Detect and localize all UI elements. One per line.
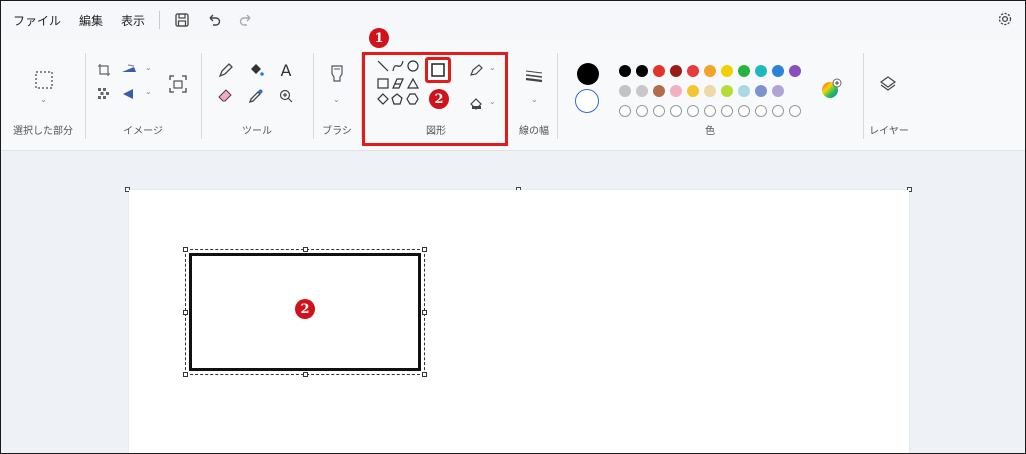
menu-separator	[159, 11, 161, 29]
group-label-selection: 選択した部分	[13, 126, 73, 137]
color-swatch[interactable]	[636, 65, 648, 77]
chevron-down-icon[interactable]: ⌄	[145, 63, 152, 72]
group-tools: A ツール	[201, 39, 313, 151]
group-label-stroke: 線の幅	[519, 126, 549, 137]
chevron-down-icon[interactable]: ⌄	[145, 87, 152, 96]
color-swatch[interactable]	[687, 65, 699, 77]
selection-handle[interactable]	[183, 247, 188, 252]
stroke-width-icon[interactable]	[523, 67, 545, 85]
image-select-icon[interactable]	[167, 73, 189, 95]
color-swatch[interactable]	[789, 105, 801, 117]
color-swatch[interactable]	[653, 85, 665, 97]
chevron-down-icon[interactable]: ⌄	[531, 95, 538, 104]
group-label-colors: 色	[705, 126, 715, 137]
background-removal-icon[interactable]	[95, 85, 113, 103]
color-swatch[interactable]	[772, 85, 784, 97]
color-swatch[interactable]	[721, 105, 733, 117]
group-label-image: イメージ	[123, 126, 163, 137]
rectangle-shape-button[interactable]	[425, 57, 451, 83]
brush-icon[interactable]	[327, 61, 347, 87]
color-swatch[interactable]	[772, 105, 784, 117]
chevron-down-icon[interactable]: ⌄	[333, 95, 340, 104]
selection-handle[interactable]	[422, 310, 427, 315]
color-swatch[interactable]	[636, 105, 648, 117]
color-picker-icon[interactable]	[247, 87, 265, 105]
menu-view[interactable]: 表示	[121, 12, 145, 29]
group-label-tools: ツール	[242, 126, 272, 137]
color-swatch[interactable]	[704, 65, 716, 77]
settings-icon[interactable]	[997, 11, 1015, 29]
color-swatch[interactable]	[619, 65, 631, 77]
color-swatch[interactable]	[687, 85, 699, 97]
select-rect-icon[interactable]	[33, 69, 55, 91]
menu-file[interactable]: ファイル	[13, 12, 61, 29]
fill-bucket-icon[interactable]	[247, 61, 265, 79]
magnifier-icon[interactable]	[277, 87, 295, 105]
color-swatch[interactable]	[755, 105, 767, 117]
color-swatch[interactable]	[755, 65, 767, 77]
text-icon[interactable]: A	[277, 61, 295, 80]
workspace	[1, 151, 1025, 453]
step-badge-2-canvas: 2	[295, 299, 315, 319]
redo-icon[interactable]	[236, 10, 256, 30]
layers-icon[interactable]	[877, 73, 899, 95]
step-badge-1: 1	[369, 28, 389, 48]
selection-handle[interactable]	[422, 372, 427, 377]
group-image: ⌄ ⌄ イメージ	[85, 39, 201, 151]
menu-bar: ファイル 編集 表示	[1, 1, 1025, 39]
color-swatch[interactable]	[653, 105, 665, 117]
color-swatch[interactable]	[619, 105, 631, 117]
edit-colors-icon[interactable]	[819, 77, 843, 101]
color-swatch[interactable]	[755, 85, 767, 97]
color-swatch[interactable]	[670, 105, 682, 117]
secondary-color-swatch[interactable]	[575, 89, 599, 113]
selection-handle[interactable]	[303, 247, 308, 252]
group-label-brush: ブラシ	[322, 126, 352, 137]
chevron-down-icon[interactable]: ⌄	[40, 95, 47, 104]
group-selection: ⌄ 選択した部分	[1, 39, 85, 151]
ribbon: ⌄ 選択した部分 ⌄ ⌄ イメージ A ツール ⌄ ブラシ ⌄ ⌄ 図形 ⌄ 線…	[1, 39, 1025, 151]
color-swatch[interactable]	[687, 105, 699, 117]
selection-handle[interactable]	[303, 372, 308, 377]
group-stroke: ⌄ 線の幅	[511, 39, 557, 151]
color-swatch[interactable]	[653, 65, 665, 77]
primary-color-swatch[interactable]	[577, 63, 599, 85]
color-swatch[interactable]	[619, 85, 631, 97]
selection-handle[interactable]	[183, 372, 188, 377]
group-label-layers: レイヤー	[869, 126, 909, 137]
paint-window: ファイル 編集 表示 ⌄ 選択した部分 ⌄ ⌄ イメージ A ツール ⌄ ブラシ…	[0, 0, 1026, 454]
eraser-icon[interactable]	[217, 87, 235, 105]
color-swatch[interactable]	[789, 65, 801, 77]
resize-icon[interactable]	[119, 61, 139, 79]
color-swatch[interactable]	[738, 85, 750, 97]
color-swatch[interactable]	[772, 65, 784, 77]
selection-handle[interactable]	[422, 247, 427, 252]
pencil-icon[interactable]	[217, 61, 235, 79]
color-swatch[interactable]	[670, 65, 682, 77]
color-swatch[interactable]	[704, 85, 716, 97]
group-colors: 色	[557, 39, 863, 151]
color-swatch[interactable]	[721, 65, 733, 77]
color-swatch[interactable]	[670, 85, 682, 97]
color-swatch[interactable]	[738, 105, 750, 117]
group-brush: ⌄ ブラシ	[313, 39, 361, 151]
selection-handle[interactable]	[183, 310, 188, 315]
group-layers: レイヤー	[863, 39, 915, 151]
color-swatch[interactable]	[721, 85, 733, 97]
color-swatch[interactable]	[704, 105, 716, 117]
color-swatch[interactable]	[738, 65, 750, 77]
undo-icon[interactable]	[204, 10, 224, 30]
color-swatch[interactable]	[636, 85, 648, 97]
save-icon[interactable]	[172, 10, 192, 30]
menu-edit[interactable]: 編集	[79, 12, 103, 29]
rotate-icon[interactable]	[119, 85, 137, 103]
crop-icon[interactable]	[95, 61, 113, 79]
step-badge-2: 2	[429, 89, 449, 109]
